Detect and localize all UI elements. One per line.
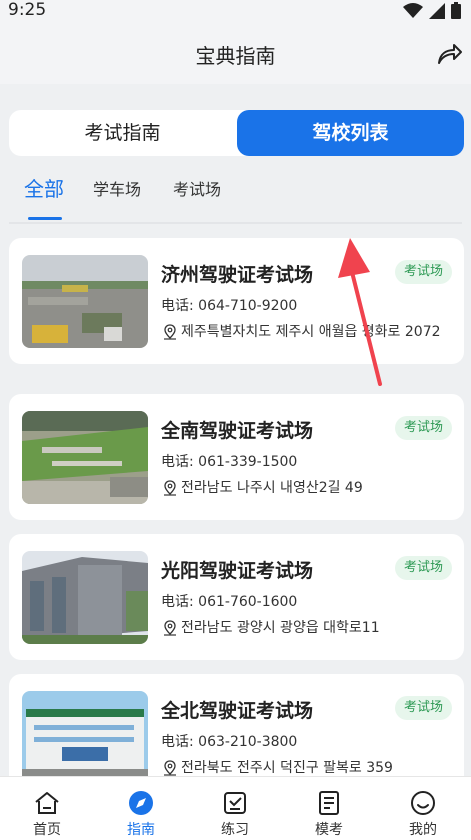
school-photo bbox=[22, 411, 148, 504]
practice-icon bbox=[224, 792, 246, 814]
school-card[interactable]: 济州驾驶证考试场 考试场 电话: 064-710-9200 제주특별자치도 제주… bbox=[9, 238, 464, 364]
tab-exam-guide[interactable]: 考试指南 bbox=[9, 110, 236, 156]
status-icons bbox=[403, 2, 461, 19]
main-content: 考试指南 驾校列表 全部 学车场 考试场 济州驾驶证考试场 考试场 电话: 06… bbox=[0, 84, 471, 776]
segment-control: 考试指南 驾校列表 bbox=[9, 110, 464, 156]
school-name: 济州驾驶证考试场 bbox=[161, 264, 314, 286]
filter-active-underline bbox=[28, 217, 62, 220]
tab-mock-exam[interactable]: 模考 bbox=[282, 777, 376, 840]
filter-exam-ground[interactable]: 考试场 bbox=[173, 176, 221, 200]
location-pin-icon bbox=[164, 620, 176, 636]
tab-mock-exam-label: 模考 bbox=[315, 822, 343, 838]
type-badge: 考试场 bbox=[394, 696, 452, 720]
filter-all[interactable]: 全部 bbox=[24, 173, 64, 202]
school-photo bbox=[22, 551, 148, 644]
school-address: 전라북도 전주시 덕진구 팔복로 359 bbox=[161, 756, 441, 776]
school-card[interactable]: 全北驾驶证考试场 考试场 电话: 063-210-3800 전라북도 전주시 덕… bbox=[9, 674, 464, 776]
status-time: 9:25 bbox=[8, 0, 47, 20]
exam-icon bbox=[319, 791, 339, 815]
address-text: 전라남도 나주시 내영산2길 49 bbox=[181, 480, 363, 496]
type-badge: 考试场 bbox=[394, 416, 452, 440]
tab-profile-label: 我的 bbox=[409, 822, 437, 838]
filter-tabs: 全部 学车场 考试场 bbox=[0, 176, 471, 222]
nav-bar: 宝典指南 bbox=[0, 24, 471, 84]
filter-training-ground[interactable]: 学车场 bbox=[93, 176, 141, 200]
wifi-icon bbox=[403, 2, 423, 18]
tab-profile[interactable]: 我的 bbox=[376, 777, 470, 840]
battery-icon bbox=[451, 2, 461, 19]
address-text: 전라북도 전주시 덕진구 팔복로 359 bbox=[181, 760, 393, 776]
school-photo bbox=[22, 691, 148, 776]
school-address: 전라남도 나주시 내영산2길 49 bbox=[161, 476, 441, 501]
tab-practice-label: 练习 bbox=[221, 822, 249, 838]
tab-guide-label: 指南 bbox=[127, 822, 155, 838]
share-icon[interactable] bbox=[435, 40, 463, 68]
page-title: 宝典指南 bbox=[195, 44, 276, 68]
tab-home[interactable]: 首页 bbox=[0, 777, 94, 840]
school-name: 全北驾驶证考试场 bbox=[161, 700, 314, 722]
school-phone: 电话: 063-210-3800 bbox=[161, 734, 298, 750]
school-phone: 电话: 061-760-1600 bbox=[161, 594, 298, 610]
school-address: 제주특별자치도 제주시 애월읍 평화로 2072 bbox=[161, 320, 441, 345]
location-pin-icon bbox=[164, 324, 176, 340]
school-name: 全南驾驶证考试场 bbox=[161, 420, 314, 442]
school-card[interactable]: 全南驾驶证考试场 考试场 电话: 061-339-1500 전라남도 나주시 내… bbox=[9, 394, 464, 520]
location-pin-icon bbox=[164, 760, 176, 776]
type-badge: 考试场 bbox=[394, 556, 452, 580]
address-text: 제주특별자치도 제주시 애월읍 평화로 2072 bbox=[181, 324, 441, 340]
tab-school-list[interactable]: 驾校列表 bbox=[237, 110, 464, 156]
location-pin-icon bbox=[164, 480, 176, 496]
tab-practice[interactable]: 练习 bbox=[188, 777, 282, 840]
bottom-tab-bar: 首页 指南 练习 模考 我的 bbox=[0, 776, 471, 840]
signal-icon bbox=[429, 2, 445, 19]
tab-guide[interactable]: 指南 bbox=[94, 777, 188, 840]
compass-icon bbox=[129, 791, 153, 815]
type-badge: 考试场 bbox=[394, 260, 452, 284]
profile-icon bbox=[411, 791, 435, 815]
tab-home-label: 首页 bbox=[33, 822, 61, 838]
status-bar: 9:25 bbox=[0, 0, 471, 24]
address-text: 전라남도 광양시 광양읍 대학로11 bbox=[181, 620, 380, 636]
school-name: 光阳驾驶证考试场 bbox=[161, 560, 314, 582]
school-card[interactable]: 光阳驾驶证考试场 考试场 电话: 061-760-1600 전라남도 광양시 광… bbox=[9, 534, 464, 660]
home-icon bbox=[35, 792, 59, 814]
school-phone: 电话: 061-339-1500 bbox=[161, 454, 298, 470]
school-phone: 电话: 064-710-9200 bbox=[161, 298, 298, 314]
divider bbox=[9, 222, 462, 224]
school-photo bbox=[22, 255, 148, 348]
school-address: 전라남도 광양시 광양읍 대학로11 bbox=[161, 616, 441, 641]
